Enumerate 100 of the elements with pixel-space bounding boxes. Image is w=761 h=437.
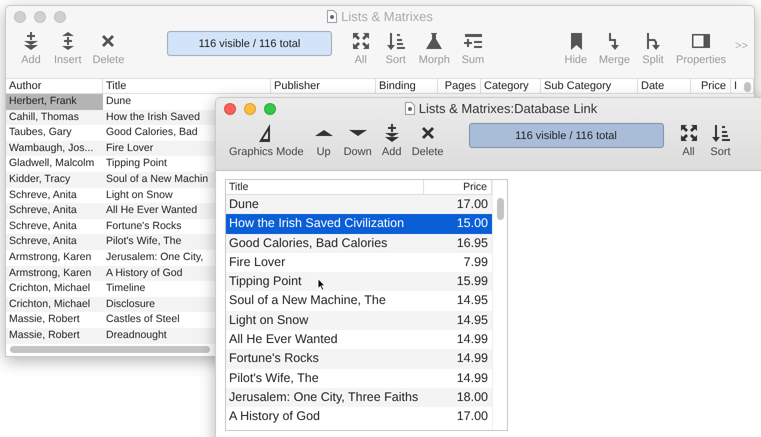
panel-icon — [691, 31, 712, 51]
table-row[interactable]: How the Irish Saved Civilization 15.00 — [226, 214, 492, 234]
toolbar-button[interactable]: Add — [376, 120, 407, 161]
column-header[interactable]: Author — [6, 79, 103, 93]
table-cell-text: Schreve, Anita — [8, 234, 78, 250]
table-cell: Soul of a New Machin — [106, 172, 208, 185]
column-header[interactable]: Publisher — [271, 79, 376, 93]
table-cell: Castles of Steel — [106, 313, 180, 326]
column-header[interactable]: Binding — [376, 79, 438, 93]
table-cell: Light on Snow — [106, 188, 173, 201]
table-cell: Good Calories, Bad Calories — [229, 236, 388, 250]
expand-icon — [678, 123, 699, 143]
table-row[interactable]: Fortune's Rocks 14.99 — [226, 349, 492, 369]
toolbar-button[interactable]: Sort — [706, 120, 736, 161]
status-field: 116 visible / 116 total — [167, 31, 332, 56]
table-cell: Jerusalem: One City, — [106, 250, 204, 263]
table-cell: Pilot's Wife, The — [229, 370, 319, 385]
table-cell: Tipping Point — [229, 274, 302, 288]
table-cell-text: 16.95 — [456, 234, 489, 252]
toolbar-button[interactable]: Up — [308, 120, 339, 161]
flask-icon — [424, 31, 444, 51]
table-row[interactable]: Jerusalem: One City, Three Faiths 18.00 — [226, 388, 492, 408]
table-cell: Fortune's Rocks — [229, 351, 319, 366]
table-cell-text: Schreve, Anita — [8, 188, 78, 203]
table-cell: Jerusalem: One City, Three Faiths — [229, 390, 418, 404]
table-cell-text: Armstrong, Karen — [8, 250, 92, 265]
column-header[interactable]: Title — [103, 79, 271, 93]
column-header[interactable]: Title — [226, 180, 424, 194]
table-cell-text: 14.95 — [456, 312, 489, 329]
table-cell-text: 18.00 — [456, 388, 489, 406]
expand-icon — [350, 31, 371, 51]
toolbar-button[interactable]: Delete — [408, 120, 447, 161]
table-cell-text: Armstrong, Karen — [8, 266, 92, 281]
table-cell-text: Schreve, Anita — [8, 203, 78, 218]
window-title: Lists & Matrixes:Database Link — [418, 100, 598, 116]
column-header[interactable]: Date — [638, 79, 691, 93]
table-cell: Timeline — [106, 282, 146, 294]
table-cell-text: 14.99 — [456, 350, 489, 368]
table-row[interactable]: Good Calories, Bad Calories 16.95 — [226, 234, 492, 253]
toolbar-button[interactable]: Down — [340, 120, 375, 161]
status-field: 116 visible / 116 total — [468, 123, 664, 148]
column-header[interactable]: Price — [424, 180, 492, 194]
table-cell: Disclosure — [106, 298, 156, 310]
table-cell-text: 14.99 — [456, 331, 489, 348]
table-row[interactable]: Pilot's Wife, The 14.99 — [226, 368, 492, 388]
zoom-button[interactable] — [54, 11, 66, 23]
document-icon — [404, 102, 415, 114]
scrollbar[interactable] — [10, 346, 210, 353]
column-header[interactable]: Price — [691, 79, 731, 93]
table-row[interactable]: All He Ever Wanted 14.99 — [226, 330, 492, 350]
table-cell-text: 14.95 — [456, 292, 489, 310]
minimize-button[interactable] — [34, 11, 46, 23]
table-cell: Herbert, Frank — [6, 94, 103, 110]
table-cell-text: 15.99 — [456, 273, 489, 290]
table-cell: Tipping Point — [106, 157, 167, 170]
scrollbar[interactable] — [744, 82, 751, 92]
table-cell-text: Gladwell, Malcolm — [8, 156, 96, 172]
table-row[interactable]: Dune 17.00 — [226, 195, 492, 214]
toolbar-button[interactable]: All — [674, 120, 704, 161]
table-cell-text: 17.00 — [456, 408, 489, 426]
table-cell-text: 17.00 — [456, 196, 489, 213]
table-cell: Dreadnought — [106, 328, 167, 341]
table-cell: Dune — [106, 95, 132, 107]
table-cell-text: Crichton, Michael — [8, 281, 92, 296]
table-cell: All He Ever Wanted — [106, 204, 198, 216]
sort-icon — [710, 123, 731, 143]
document-icon — [327, 10, 338, 22]
table-cell: A History of God — [106, 266, 182, 279]
table-cell: All He Ever Wanted — [229, 332, 338, 346]
toolbar-button[interactable]: Graphics Mode — [226, 120, 307, 161]
table-row[interactable]: A History of God 17.00 — [226, 407, 492, 427]
table-cell-text: 7.99 — [462, 254, 489, 271]
table-cell-text: Kidder, Tracy — [8, 172, 72, 187]
table-cell: Dune — [229, 197, 259, 211]
pointer-icon — [317, 278, 326, 291]
table-cell: Pilot's Wife, The — [106, 235, 182, 248]
column-header[interactable]: Category — [481, 79, 541, 93]
column-header[interactable]: Sub Category — [541, 79, 638, 93]
table-row[interactable]: Fire Lover 7.99 — [226, 252, 492, 272]
table-row[interactable]: Tipping Point 15.99 — [226, 272, 492, 292]
table-row[interactable]: Light on Snow 14.95 — [226, 310, 492, 330]
table-cell: Soul of a New Machine, The — [229, 293, 386, 308]
table-cell: Fire Lover — [229, 254, 286, 269]
table-cell-text: Massie, Robert — [8, 312, 81, 328]
table-cell-text: Crichton, Michael — [8, 296, 92, 312]
close-button[interactable] — [14, 11, 26, 23]
table-cell-text: 15.00 — [456, 215, 489, 232]
window-title: Lists & Matrixes — [341, 8, 433, 24]
table-cell-text: Wambaugh, Jos... — [8, 140, 94, 156]
table-cell: How the Irish Saved — [106, 110, 200, 123]
table-row[interactable]: Soul of a New Machine, The 14.95 — [226, 291, 492, 311]
sum-icon — [462, 31, 483, 51]
sort-icon — [386, 31, 406, 51]
column-header[interactable]: Pages — [438, 79, 481, 93]
table-cell-text: Schreve, Anita — [8, 218, 78, 234]
table-cell: Good Calories, Bad — [106, 126, 198, 138]
table-cell: How the Irish Saved Civilization — [229, 216, 404, 230]
table-cell: A History of God — [229, 409, 320, 424]
table-cell: Fortune's Rocks — [106, 220, 182, 232]
scrollbar[interactable] — [497, 198, 504, 220]
